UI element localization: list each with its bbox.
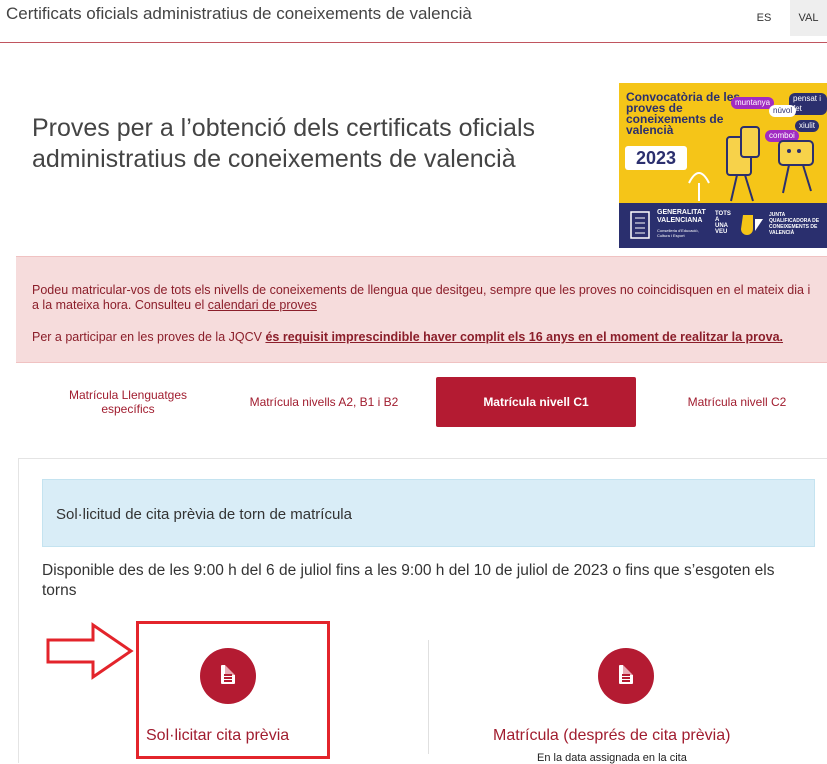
enrollment-link[interactable]: Matrícula (després de cita prèvia) <box>493 727 730 745</box>
page-title: Proves per a l’obtenció dels certificats… <box>32 114 536 173</box>
tab-nivell-c2[interactable]: Matrícula nivell C2 <box>662 377 812 427</box>
generalitat-logo-icon <box>630 211 650 239</box>
highlight-frame <box>136 621 330 759</box>
jqcv-label: JUNTA QUALIFICADORA DE CONEIXEMENTS DE V… <box>769 212 820 236</box>
info-alert: Podeu matricular-vos de tots els nivells… <box>16 256 827 363</box>
tab-nivells-a2-b1-b2[interactable]: Matrícula nivells A2, B1 i B2 <box>224 377 424 427</box>
conselleria-label: Conselleria d'Educació, Cultura i Esport <box>657 228 699 238</box>
tab-llenguatges-especifics[interactable]: Matrícula Llenguatges específics <box>50 377 206 427</box>
site-title[interactable]: Certificats oficials administratius de c… <box>6 4 472 24</box>
age-requirement-link[interactable]: és requisit imprescindible haver complit… <box>265 330 783 344</box>
top-header: Certificats oficials administratius de c… <box>0 0 827 43</box>
info-box-title: Sol·licitud de cita prèvia de torn de ma… <box>56 506 352 523</box>
enrollment-icon-button[interactable] <box>598 648 654 704</box>
document-icon <box>619 665 633 684</box>
info-box: Sol·licitud de cita prèvia de torn de ma… <box>42 479 815 547</box>
banner-illustration <box>688 126 814 202</box>
language-es-button[interactable]: ES <box>750 0 778 36</box>
alert-line-1: Podeu matricular-vos de tots els nivells… <box>32 283 812 313</box>
tots-a-una-veu-label: TOTS A UNA VEU <box>715 211 731 235</box>
alert-line-2: Per a participar en les proves de la JQC… <box>32 330 822 345</box>
convocatoria-banner: Convocatòria de les proves de coneixemen… <box>619 83 827 248</box>
jqcv-logo-icon <box>741 215 763 235</box>
arrow-right-icon <box>46 622 134 680</box>
language-val-button[interactable]: VAL <box>790 0 827 36</box>
generalitat-label: GENERALITAT VALENCIANA <box>657 209 706 224</box>
enrollment-note: En la data assignada en la cita <box>537 752 687 764</box>
calendar-link[interactable]: calendari de proves <box>208 298 317 312</box>
column-divider <box>428 640 429 754</box>
banner-logos: GENERALITAT VALENCIANA Conselleria d'Edu… <box>619 203 827 248</box>
alert-text-1: Podeu matricular-vos de tots els nivells… <box>32 283 811 312</box>
tab-nivell-c1[interactable]: Matrícula nivell C1 <box>436 377 636 427</box>
alert-text-2: Per a participar en les proves de la JQC… <box>32 330 266 344</box>
availability-text: Disponible des de les 9:00 h del 6 de ju… <box>42 562 775 599</box>
